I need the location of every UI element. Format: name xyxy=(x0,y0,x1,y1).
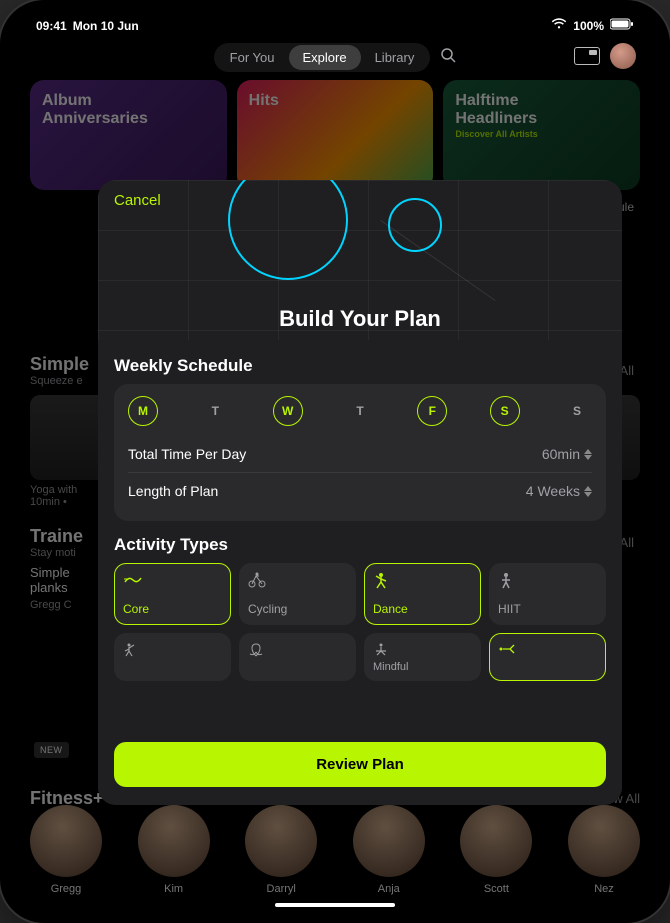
cancel-button[interactable]: Cancel xyxy=(114,192,161,209)
modal-title: Build Your Plan xyxy=(98,306,622,332)
modal-header: Cancel Build Your Plan xyxy=(98,180,622,340)
plan-length-row[interactable]: Length of Plan 4 Weeks xyxy=(128,472,592,509)
activity-types-heading: Activity Types xyxy=(114,535,606,555)
hiit-icon xyxy=(498,572,597,593)
schedule-card: M T W T F S S Total Time Per Day 60min xyxy=(114,384,606,521)
ipad-frame: 09:41 Mon 10 Jun 100% For You Explore Li… xyxy=(0,0,670,923)
mindful-icon xyxy=(373,642,472,661)
day-sun[interactable]: S xyxy=(562,396,592,426)
activity-dance[interactable]: Dance xyxy=(364,563,481,625)
day-thu[interactable]: T xyxy=(345,396,375,426)
day-fri[interactable]: F xyxy=(417,396,447,426)
pilates-icon xyxy=(498,642,597,659)
activity-pilates[interactable] xyxy=(489,633,606,681)
activity-mindful[interactable]: Mindful xyxy=(364,633,481,681)
dance-icon xyxy=(373,572,472,593)
day-picker: M T W T F S S xyxy=(128,396,592,426)
core-icon xyxy=(123,572,222,589)
day-tue[interactable]: T xyxy=(200,396,230,426)
screen: 09:41 Mon 10 Jun 100% For You Explore Li… xyxy=(10,10,660,913)
home-indicator[interactable] xyxy=(275,903,395,907)
decorative-ring-icon xyxy=(228,180,348,280)
total-time-row[interactable]: Total Time Per Day 60min xyxy=(128,436,592,472)
review-plan-button[interactable]: Review Plan xyxy=(114,742,606,787)
plan-length-label: Length of Plan xyxy=(128,483,218,499)
activity-meditation[interactable] xyxy=(239,633,356,681)
total-time-label: Total Time Per Day xyxy=(128,446,246,462)
kickboxing-icon xyxy=(123,642,222,661)
build-plan-modal: Cancel Build Your Plan Weekly Schedule M… xyxy=(98,180,622,805)
activity-core[interactable]: Core xyxy=(114,563,231,625)
stepper-icon xyxy=(584,486,592,497)
day-sat[interactable]: S xyxy=(490,396,520,426)
plan-length-value: 4 Weeks xyxy=(526,483,580,499)
weekly-schedule-heading: Weekly Schedule xyxy=(114,356,606,376)
cycling-icon xyxy=(248,572,347,591)
day-wed[interactable]: W xyxy=(273,396,303,426)
activity-hiit[interactable]: HIIT xyxy=(489,563,606,625)
activity-cycling[interactable]: Cycling xyxy=(239,563,356,625)
day-mon[interactable]: M xyxy=(128,396,158,426)
meditation-icon xyxy=(248,642,347,661)
activity-kickboxing[interactable] xyxy=(114,633,231,681)
total-time-value: 60min xyxy=(542,446,580,462)
stepper-icon xyxy=(584,449,592,460)
